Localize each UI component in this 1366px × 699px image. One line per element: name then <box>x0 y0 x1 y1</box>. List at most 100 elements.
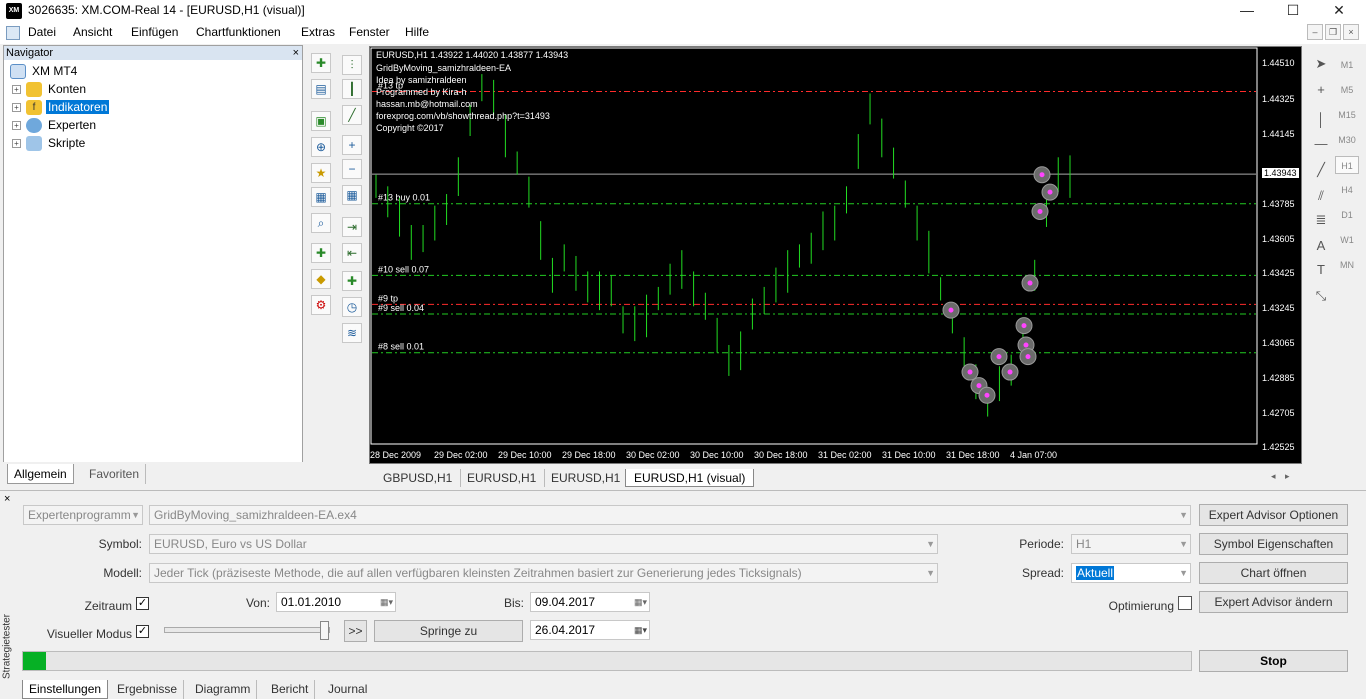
menu-datei[interactable]: Datei <box>28 25 56 39</box>
timeframe-d1[interactable]: D1 <box>1335 206 1359 224</box>
symbol-properties-button[interactable]: Symbol Eigenschaften <box>1199 533 1348 555</box>
timeframe-h4[interactable]: H4 <box>1335 181 1359 199</box>
new-chart-icon[interactable]: ✚ <box>311 53 331 73</box>
document-icon[interactable] <box>6 26 20 40</box>
chart-tab-eurusd-2[interactable]: EURUSD,H1 <box>543 469 630 487</box>
calendar-icon[interactable]: ▦▾ <box>634 621 647 639</box>
calendar-icon[interactable]: ▦▾ <box>380 593 393 611</box>
arrows-icon[interactable]: ⤡ <box>1311 288 1331 306</box>
line-chart-icon[interactable]: ╱ <box>342 105 362 125</box>
speed-slider-handle[interactable] <box>320 621 329 640</box>
indicators-list-icon[interactable]: ✚ <box>342 271 362 291</box>
menu-einfuegen[interactable]: Einfügen <box>131 25 178 39</box>
crosshair-icon[interactable]: ⊕ <box>311 137 331 157</box>
visual-mode-checkbox[interactable]: ✓ <box>136 625 149 638</box>
chart-tab-gbpusd[interactable]: GBPUSD,H1 <box>375 469 462 487</box>
expand-icon[interactable]: + <box>12 121 21 130</box>
horizontal-line-icon[interactable]: — <box>1311 136 1331 154</box>
tester-close-icon[interactable]: × <box>4 493 10 505</box>
menu-chartfunktionen[interactable]: Chartfunktionen <box>196 25 281 39</box>
new-order-icon[interactable]: ✚ <box>311 243 331 263</box>
spread-select[interactable]: Aktuell ▼ <box>1071 563 1191 583</box>
cursor-icon[interactable]: ➤ <box>1311 56 1331 74</box>
navigator-close-icon[interactable]: × <box>293 46 299 60</box>
tab-bericht[interactable]: Bericht <box>265 680 316 699</box>
program-select[interactable]: GridByMoving_samizhraldeen-EA.ex4 ▼ <box>149 505 1191 525</box>
timeframe-h1[interactable]: H1 <box>1335 156 1359 174</box>
data-window-icon[interactable]: ▦ <box>311 187 331 207</box>
timeframe-mn[interactable]: MN <box>1335 256 1359 274</box>
open-chart-button[interactable]: Chart öffnen <box>1199 562 1348 584</box>
tab-diagramm[interactable]: Diagramm <box>189 680 258 699</box>
timeframe-m1[interactable]: M1 <box>1335 56 1359 74</box>
timeframe-m30[interactable]: M30 <box>1335 131 1359 149</box>
tab-journal[interactable]: Journal <box>322 680 373 699</box>
scroll-right-icon[interactable]: ▸ <box>1285 471 1290 482</box>
from-date-input[interactable]: 01.01.2010 ▦▾ <box>276 592 396 612</box>
ea-options-button[interactable]: Expert Advisor Optionen <box>1199 504 1348 526</box>
tile-windows-icon[interactable]: ▦ <box>342 185 362 205</box>
chart-tab-eurusd-visual[interactable]: EURUSD,H1 (visual) <box>625 469 755 487</box>
market-watch-icon[interactable]: ▣ <box>311 111 331 131</box>
timeframe-m15[interactable]: M15 <box>1335 106 1359 124</box>
autoscroll-icon[interactable]: ⇤ <box>342 243 362 263</box>
minimize-button[interactable]: — <box>1224 0 1270 22</box>
price-chart[interactable]: #13 tp#13 buy 0.01#10 sell 0.07#9 tp#9 s… <box>370 47 1301 463</box>
symbol-select[interactable]: EURUSD, Euro vs US Dollar ▼ <box>149 534 938 554</box>
text-label-icon[interactable]: T <box>1311 262 1331 280</box>
calendar-icon[interactable]: ▦▾ <box>634 593 647 611</box>
channel-icon[interactable]: ⫽ <box>1311 188 1331 206</box>
zoom-in-icon[interactable]: + <box>342 135 362 155</box>
chart-tab-eurusd-1[interactable]: EURUSD,H1 <box>459 469 546 487</box>
tab-allgemein[interactable]: Allgemein <box>7 464 74 484</box>
maximize-button[interactable]: ☐ <box>1270 0 1316 22</box>
timeframe-m5[interactable]: M5 <box>1335 81 1359 99</box>
tab-favoriten[interactable]: Favoriten <box>83 464 147 484</box>
jump-to-button[interactable]: Springe zu <box>374 620 523 642</box>
options-icon[interactable]: ⚙ <box>311 295 331 315</box>
crosshair-tool-icon[interactable]: + <box>1311 82 1331 100</box>
skip-button[interactable]: >> <box>344 620 367 642</box>
optimization-checkbox[interactable] <box>1178 596 1192 610</box>
favorites-icon[interactable]: ★ <box>311 163 331 183</box>
tab-ergebnisse[interactable]: Ergebnisse <box>111 680 185 699</box>
profiles-icon[interactable]: ▤ <box>311 79 331 99</box>
mdi-close-icon[interactable]: × <box>1343 24 1359 40</box>
auto-trading-icon[interactable]: ◆ <box>311 269 331 289</box>
timerange-checkbox[interactable]: ✓ <box>136 597 149 610</box>
expand-icon[interactable]: + <box>12 103 21 112</box>
zoom-out-icon[interactable]: − <box>342 159 362 179</box>
menu-fenster[interactable]: Fenster <box>349 25 390 39</box>
jump-date-input[interactable]: 26.04.2017 ▦▾ <box>530 620 650 640</box>
speed-slider-track[interactable] <box>164 627 330 633</box>
time-axis-label: 30 Dec 18:00 <box>754 450 808 460</box>
vertical-line-icon[interactable]: │ <box>1311 112 1331 130</box>
modify-ea-button[interactable]: Expert Advisor ändern <box>1199 591 1348 613</box>
menu-hilfe[interactable]: Hilfe <box>405 25 429 39</box>
bar-chart-icon[interactable]: ⫶ <box>342 55 362 75</box>
mdi-minimize-icon[interactable]: – <box>1307 24 1323 40</box>
period-select[interactable]: H1 ▼ <box>1071 534 1191 554</box>
text-icon[interactable]: A <box>1311 238 1331 256</box>
fibonacci-icon[interactable]: ≣ <box>1311 212 1331 230</box>
menu-ansicht[interactable]: Ansicht <box>73 25 112 39</box>
trendline-icon[interactable]: ╱ <box>1311 162 1331 180</box>
tab-einstellungen[interactable]: Einstellungen <box>22 680 109 699</box>
expand-icon[interactable]: + <box>12 85 21 94</box>
templates-icon[interactable]: ≋ <box>342 323 362 343</box>
to-date-input[interactable]: 09.04.2017 ▦▾ <box>530 592 650 612</box>
stop-button[interactable]: Stop <box>1199 650 1348 672</box>
periods-icon[interactable]: ◷ <box>342 297 362 317</box>
program-type-select[interactable]: Expertenprogramm ▼ <box>23 505 143 525</box>
expand-icon[interactable]: + <box>12 139 21 148</box>
timeframe-w1[interactable]: W1 <box>1335 231 1359 249</box>
candlestick-icon[interactable]: ┃ <box>342 79 362 99</box>
model-select[interactable]: Jeder Tick (präziseste Methode, die auf … <box>149 563 938 583</box>
strategy-tester-icon[interactable]: ⌕ <box>311 213 331 233</box>
menu-extras[interactable]: Extras <box>301 25 335 39</box>
scroll-left-icon[interactable]: ◂ <box>1271 471 1276 482</box>
chart-shift-icon[interactable]: ⇥ <box>342 217 362 237</box>
close-button[interactable]: ✕ <box>1316 0 1362 22</box>
chart-window[interactable]: #13 tp #13 buy 0.01 #10 sell 0.07 #9 tp #9 s… <box>369 46 1302 464</box>
mdi-restore-icon[interactable]: ❐ <box>1325 24 1341 40</box>
